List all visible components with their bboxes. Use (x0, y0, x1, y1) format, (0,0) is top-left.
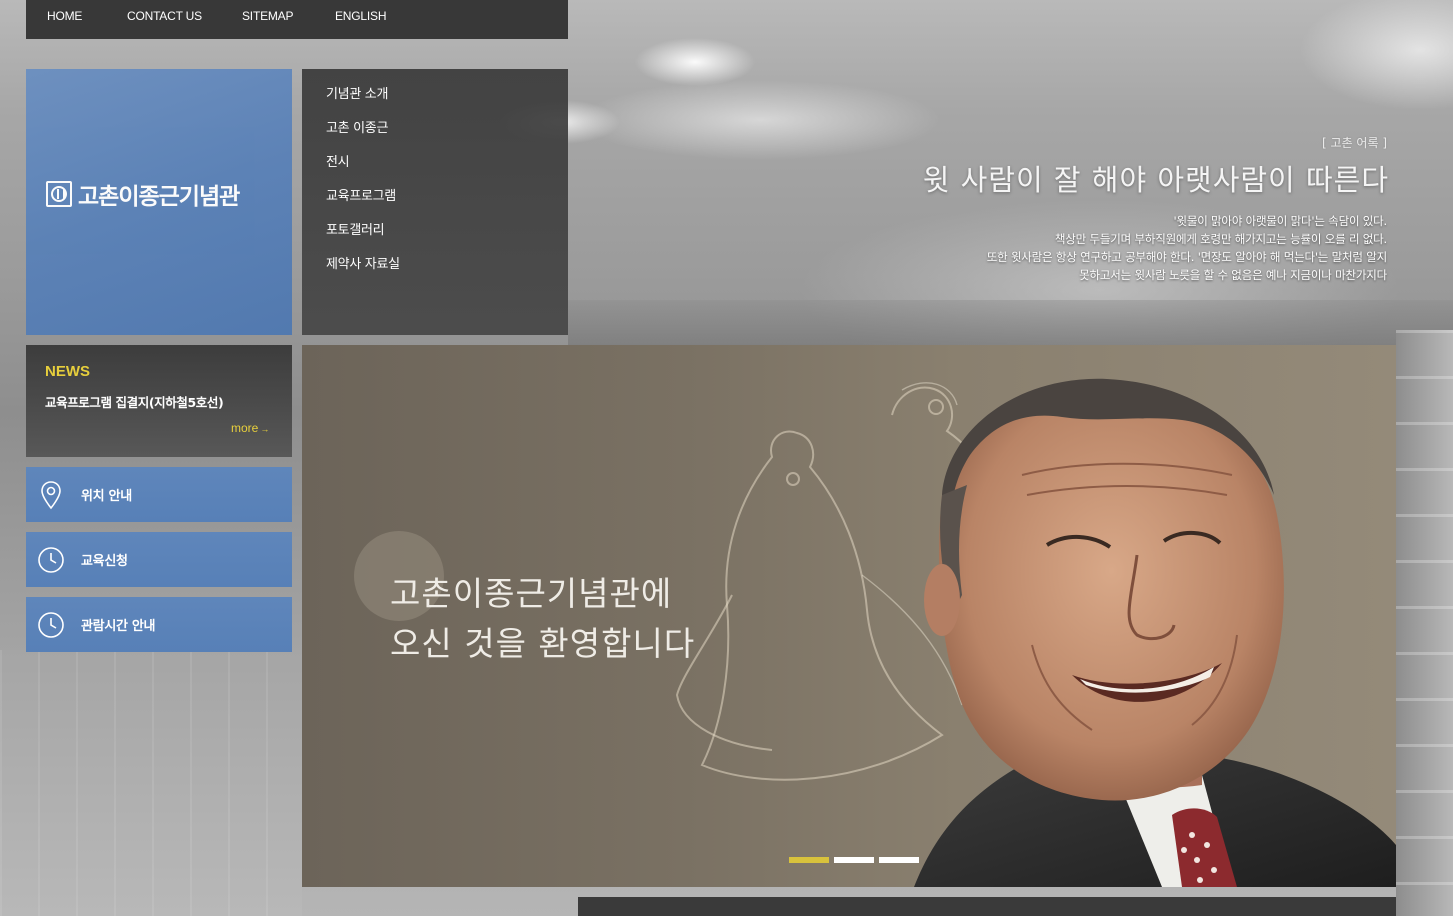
menu-item-archive[interactable]: 제약사 자료실 (326, 256, 400, 290)
news-panel: NEWS 교육프로그램 집결지(지하철5호선) more → (26, 345, 292, 457)
education-apply-button[interactable]: 교육신청 (26, 532, 292, 587)
background-floor (0, 650, 302, 916)
background-band (568, 300, 1453, 345)
slider-dot-3[interactable] (879, 857, 919, 863)
arrow-right-icon: → (260, 424, 270, 434)
menu-item-exhibition[interactable]: 전시 (326, 154, 400, 188)
founder-portrait (914, 378, 1396, 887)
top-nav: HOME CONTACT US SITEMAP ENGLISH (26, 0, 568, 39)
topnav-home-link[interactable]: HOME (47, 9, 82, 23)
news-more-link[interactable]: more → (231, 421, 269, 435)
slider-dot-2[interactable] (834, 857, 874, 863)
clock-icon (37, 611, 65, 639)
quote-line: 책상만 두들기며 부하직원에게 호령만 해가지고는 능률이 오를 리 없다. (1054, 232, 1387, 246)
slider-dot-1[interactable] (789, 857, 829, 863)
news-more-label: more (231, 421, 259, 435)
topnav-english-link[interactable]: ENGLISH (335, 9, 386, 23)
location-button-label: 위치 안내 (81, 489, 132, 504)
quote-line: '윗물이 맑아야 아랫물이 맑다'는 속담이 있다. (1173, 214, 1388, 228)
quote-tag: [ 고촌 어록 ] (1322, 136, 1387, 150)
location-button[interactable]: 위치 안내 (26, 467, 292, 522)
hero-slider: 고촌이종근기념관에 오신 것을 환영합니다 (302, 345, 1396, 887)
emblem-icon (46, 181, 72, 207)
menu-item-gallery[interactable]: 포토갤러리 (326, 222, 400, 256)
topnav-sitemap-link[interactable]: SITEMAP (242, 9, 293, 23)
education-apply-label: 교육신청 (81, 554, 128, 569)
main-menu: 기념관 소개 고촌 이종근 전시 교육프로그램 포토갤러리 제약사 자료실 (302, 69, 568, 335)
quote-body: '윗물이 맑아야 아랫물이 맑다'는 속담이 있다. 책상만 두들기며 부하직원… (986, 212, 1388, 284)
site-logo[interactable]: 고촌이종근기념관 (46, 177, 240, 211)
menu-item-founder[interactable]: 고촌 이종근 (326, 120, 400, 154)
menu-item-about[interactable]: 기념관 소개 (326, 86, 400, 120)
visiting-hours-button[interactable]: 관람시간 안내 (26, 597, 292, 652)
quote-line: 또한 윗사람은 항상 연구하고 공부해야 한다. '면장도 알아야 해 먹는다'… (986, 250, 1388, 264)
visiting-hours-label: 관람시간 안내 (81, 619, 156, 634)
background-railing (1396, 330, 1453, 916)
quote-headline: 윗 사람이 잘 해야 아랫사람이 따른다 (922, 163, 1389, 197)
menu-item-education[interactable]: 교육프로그램 (326, 188, 400, 222)
news-headline-link[interactable]: 교육프로그램 집결지(지하철5호선) (45, 392, 224, 411)
topnav-contact-link[interactable]: CONTACT US (127, 9, 202, 23)
slider-dots (789, 857, 924, 863)
bottom-panel (578, 897, 1396, 916)
logo-text: 고촌이종근기념관 (78, 184, 240, 210)
map-pin-icon (37, 480, 65, 509)
logo-panel: 고촌이종근기념관 (26, 69, 292, 335)
news-title: NEWS (45, 363, 90, 380)
quote-line: 못하고서는 윗사람 노릇을 할 수 없음은 예나 지금이나 마찬가지다 (1079, 268, 1387, 282)
clock-icon (37, 546, 65, 574)
